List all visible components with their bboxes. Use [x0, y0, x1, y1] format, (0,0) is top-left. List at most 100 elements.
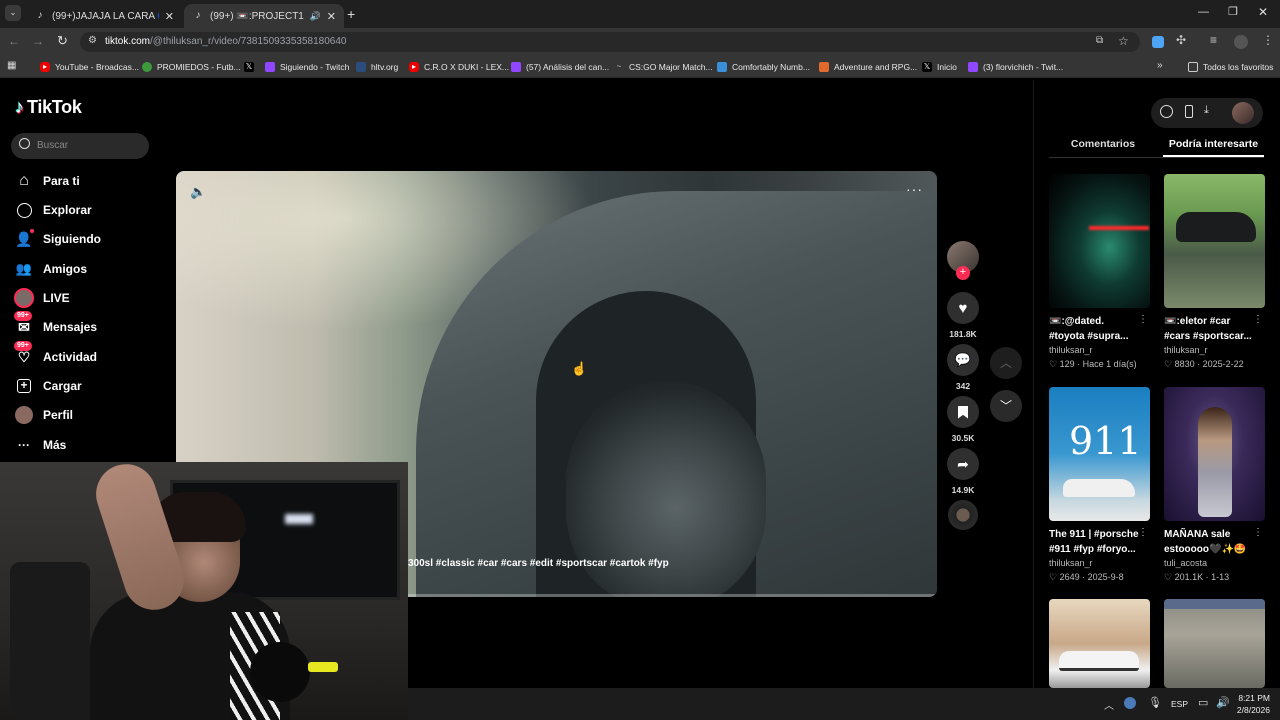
- search-input[interactable]: Buscar: [11, 133, 149, 159]
- nav-label: Actividad: [43, 350, 98, 364]
- game-site-icon: [819, 62, 829, 72]
- card-caption: 📼:@dated. #toyota #supra...: [1049, 316, 1129, 342]
- tab-search-button[interactable]: ⌄: [5, 5, 21, 21]
- volume-icon[interactable]: 🔈: [190, 184, 206, 200]
- nav-siguiendo[interactable]: 👤 Siguiendo: [14, 227, 101, 251]
- recommended-video-card[interactable]: 📼:@dated. #toyota #supra... thiluksan_r …: [1049, 174, 1150, 370]
- save-button[interactable]: 30.5K: [947, 396, 979, 443]
- all-bookmarks-label: Todos los favoritos: [1203, 62, 1274, 72]
- nav-perfil[interactable]: Perfil: [14, 403, 73, 427]
- steam-icon[interactable]: [1124, 697, 1136, 709]
- video-more-icon[interactable]: ···: [906, 181, 923, 197]
- twitch-icon: [968, 62, 978, 72]
- site-info-icon[interactable]: ⚙: [88, 35, 97, 46]
- new-tab-button[interactable]: +: [347, 6, 355, 22]
- compass-icon[interactable]: [1160, 105, 1173, 118]
- download-icon[interactable]: ⤓: [1204, 104, 1209, 117]
- comment-button[interactable]: 💬 342: [947, 344, 979, 391]
- bookmark-x[interactable]: 𝕏: [244, 59, 259, 75]
- recommended-video-card[interactable]: [1164, 599, 1265, 688]
- clock-time[interactable]: 8:21 PM: [1234, 693, 1270, 703]
- microphone-icon[interactable]: 🎙: [1148, 696, 1162, 709]
- tab-podria-interesarte[interactable]: Podría interesarte: [1163, 138, 1264, 150]
- close-tab-icon[interactable]: ✕: [327, 10, 336, 23]
- media-control-icon[interactable]: ≡: [1210, 33, 1217, 47]
- card-more-icon[interactable]: ⋮: [1138, 527, 1148, 538]
- profile-avatar-icon[interactable]: [1234, 35, 1248, 49]
- bookmark-label: YouTube - Broadcas...: [55, 62, 139, 72]
- prev-video-button[interactable]: ︿: [990, 347, 1022, 379]
- tab-comentarios[interactable]: Comentarios: [1049, 138, 1157, 150]
- tab-audio-icon[interactable]: 🔊: [310, 11, 321, 22]
- browser-tab[interactable]: ♪ (99+)JAJAJA LA CARA 🧿#we ✕: [26, 4, 182, 28]
- url-domain: tiktok.com: [105, 36, 151, 47]
- all-bookmarks-folder[interactable]: Todos los favoritos: [1188, 59, 1273, 75]
- nav-label: Perfil: [43, 408, 74, 422]
- bookmark-label: PROMIEDOS - Futb...: [157, 62, 241, 72]
- close-tab-icon[interactable]: ✕: [165, 10, 174, 23]
- tiktok-logo[interactable]: ♪ TikTok: [15, 97, 82, 118]
- bookmark-inicio[interactable]: 𝕏 Inicio: [922, 59, 957, 75]
- restore-window-button[interactable]: ❐: [1228, 5, 1238, 18]
- card-more-icon[interactable]: ⋮: [1138, 314, 1148, 325]
- card-meta: ♡ 129 · Hace 1 día(s): [1049, 359, 1137, 369]
- address-bar[interactable]: ⚙ tiktok.com/@thiluksan_r/video/73815093…: [80, 32, 1140, 52]
- recommended-video-card[interactable]: MAÑANA sale estooooo🖤✨🤩 tuli_acosta ♡ 20…: [1164, 387, 1265, 583]
- card-more-icon[interactable]: ⋮: [1253, 527, 1263, 538]
- volume-tray-icon[interactable]: 🔊: [1216, 696, 1230, 709]
- bookmark-promiedos[interactable]: PROMIEDOS - Futb...: [142, 59, 241, 75]
- video-thumbnail: [1164, 599, 1265, 688]
- apps-grid-icon[interactable]: ▦: [7, 60, 16, 71]
- nav-mensajes[interactable]: ✉ 99+ Mensajes: [14, 311, 97, 339]
- clock-date[interactable]: 2/8/2026: [1230, 705, 1270, 715]
- user-avatar[interactable]: [1232, 102, 1254, 124]
- browser-tab-active[interactable]: ♪ (99+) 📼:PROJECT1 #merce 🔊 ✕: [184, 4, 344, 28]
- language-indicator[interactable]: ESP: [1171, 699, 1188, 709]
- heart-outline-icon: ♡: [1164, 359, 1175, 369]
- bookmark-label: Siguiendo - Twitch: [280, 62, 350, 72]
- nav-explorar[interactable]: Explorar: [14, 198, 92, 222]
- nav-cargar[interactable]: + Cargar: [14, 374, 82, 398]
- nav-mas[interactable]: ··· Más: [14, 433, 66, 457]
- bookmark-twitch[interactable]: Siguiendo - Twitch: [265, 59, 349, 75]
- follow-plus-icon[interactable]: +: [956, 266, 970, 280]
- recommended-video-card[interactable]: 911 The 911 | #porsche #911 #fyp #foryo.…: [1049, 387, 1150, 583]
- bookmark-star-icon[interactable]: ☆: [1118, 34, 1129, 48]
- recommended-video-card[interactable]: [1049, 599, 1150, 688]
- like-button[interactable]: ♥ 181.8K: [947, 292, 979, 339]
- bookmark-twitch-analisis[interactable]: (57) Análisis del can...: [511, 59, 609, 75]
- creator-avatar[interactable]: +: [947, 241, 979, 280]
- nav-live[interactable]: LIVE: [14, 286, 70, 310]
- bookmark-twitch-florvichich[interactable]: (3) florvichich - Twit...: [968, 59, 1063, 75]
- bookmark-adventure-rpg[interactable]: Adventure and RPG...: [819, 59, 917, 75]
- extensions-puzzle-icon[interactable]: ✣: [1176, 33, 1186, 47]
- bookmark-hltv[interactable]: hltv.org: [356, 59, 398, 75]
- tiktok-wordmark: TikTok: [27, 97, 82, 117]
- forward-icon[interactable]: →: [32, 34, 44, 48]
- nav-amigos[interactable]: 👥 Amigos: [14, 257, 87, 281]
- display-icon[interactable]: ▭: [1198, 696, 1208, 709]
- extension-icon[interactable]: [1152, 36, 1164, 48]
- url-path: /@thiluksan_r/video/7381509335358180640: [150, 36, 347, 47]
- recommended-video-card[interactable]: 📼:eletor #car #cars #sportscar... thiluk…: [1164, 174, 1265, 370]
- phone-icon[interactable]: [1185, 105, 1193, 118]
- tray-overflow-icon[interactable]: ︿: [1104, 697, 1114, 712]
- bookmark-comfortably-numb[interactable]: Comfortably Numb...: [717, 59, 810, 75]
- next-video-button[interactable]: ﹀: [990, 390, 1022, 422]
- browser-menu-icon[interactable]: ⋮: [1262, 33, 1274, 47]
- back-icon[interactable]: ←: [8, 34, 20, 48]
- bookmark-youtube-duki[interactable]: ▸ C.R.O X DUKI - LEX...: [409, 59, 509, 75]
- close-window-button[interactable]: ✕: [1258, 5, 1268, 19]
- card-meta: ♡ 2649 · 2025-9-8: [1049, 572, 1124, 582]
- music-disc[interactable]: [947, 500, 979, 530]
- nav-para-ti[interactable]: ⌂ Para ti: [14, 169, 80, 193]
- install-app-icon[interactable]: ⧉: [1096, 35, 1103, 46]
- minimize-window-button[interactable]: —: [1198, 6, 1209, 18]
- card-more-icon[interactable]: ⋮: [1253, 314, 1263, 325]
- reload-icon[interactable]: ↻: [57, 33, 68, 49]
- nav-actividad[interactable]: ♡ 99+ Actividad: [14, 341, 98, 369]
- bookmark-csgo[interactable]: ~ CS:GO Major Match...: [614, 59, 713, 75]
- bookmark-youtube[interactable]: ▸ YouTube - Broadcas...: [40, 59, 139, 75]
- share-button[interactable]: ➦ 14.9K: [947, 448, 979, 495]
- bookmarks-overflow-icon[interactable]: »: [1157, 60, 1163, 71]
